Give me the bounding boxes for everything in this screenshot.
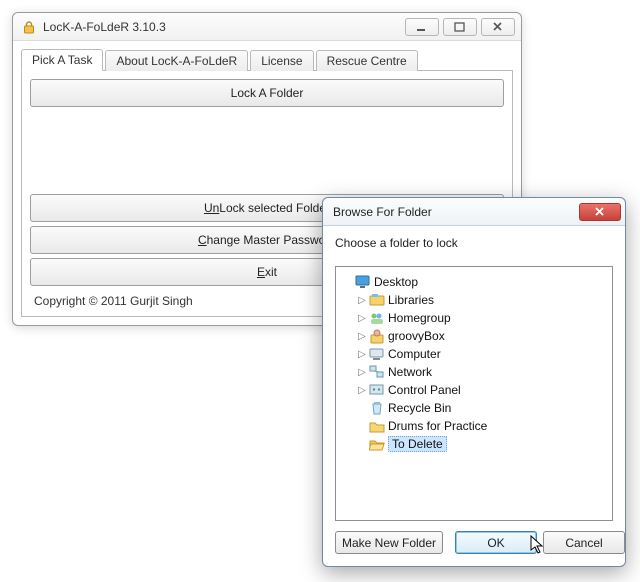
changepw-prefix: C: [198, 233, 207, 247]
close-button[interactable]: [481, 18, 515, 36]
expand-arrow-icon[interactable]: ▷: [356, 295, 368, 306]
user-icon: [369, 328, 385, 344]
unlock-suffix: Lock selected Folder: [219, 201, 330, 215]
tree-item-control-panel[interactable]: ▷ Control Panel: [340, 381, 608, 399]
network-icon: [369, 364, 385, 380]
folder-icon: [369, 418, 385, 434]
folder-open-icon: [369, 436, 385, 452]
tree-item-label: groovyBox: [388, 329, 445, 343]
lock-folder-button[interactable]: Lock A Folder: [30, 79, 504, 107]
exit-prefix: E: [257, 265, 265, 279]
ok-button[interactable]: OK: [455, 531, 537, 554]
tree-item-recycle-bin[interactable]: ▷Recycle Bin: [340, 399, 608, 417]
tree-item-desktop[interactable]: ▷Desktop: [340, 273, 608, 291]
dialog-instruction: Choose a folder to lock: [335, 236, 613, 250]
expand-arrow-icon[interactable]: ▷: [356, 313, 368, 324]
tree-item-drums-for-practice[interactable]: ▷Drums for Practice: [340, 417, 608, 435]
unlock-prefix: Un: [204, 201, 219, 215]
tab-about[interactable]: About LocK-A-FoLdeR: [105, 50, 248, 71]
make-new-folder-button[interactable]: Make New Folder: [335, 531, 443, 554]
lock-icon: [21, 19, 37, 35]
cancel-button[interactable]: Cancel: [543, 531, 625, 554]
app-title: LocK-A-FoLdeR 3.10.3: [43, 20, 405, 34]
tree-item-label: Recycle Bin: [388, 401, 451, 415]
exit-suffix: xit: [265, 265, 277, 279]
controlpanel-icon: [369, 382, 385, 398]
minimize-button[interactable]: [405, 18, 439, 36]
tree-item-computer[interactable]: ▷ Computer: [340, 345, 608, 363]
tree-item-label: Control Panel: [388, 383, 461, 397]
tab-license[interactable]: License: [250, 50, 313, 71]
desktop-icon: [355, 274, 371, 290]
dialog-titlebar[interactable]: Browse For Folder: [323, 198, 625, 226]
expand-arrow-icon[interactable]: ▷: [356, 367, 368, 378]
expand-arrow-icon[interactable]: ▷: [356, 349, 368, 360]
tree-item-label: Drums for Practice: [388, 419, 487, 433]
dialog-body: Choose a folder to lock ▷Desktop▷Librari…: [323, 226, 625, 566]
dialog-title: Browse For Folder: [333, 205, 579, 219]
maximize-button[interactable]: [443, 18, 477, 36]
spacer: [30, 111, 504, 194]
tree-item-label: Libraries: [388, 293, 434, 307]
browse-folder-dialog: Browse For Folder Choose a folder to loc…: [322, 197, 626, 567]
dialog-close-button[interactable]: [579, 203, 621, 221]
cancel-label: Cancel: [565, 536, 602, 550]
make-new-folder-label: Make New Folder: [342, 536, 436, 550]
tree-item-to-delete[interactable]: ▷To Delete: [340, 435, 608, 453]
tree-item-network[interactable]: ▷ Network: [340, 363, 608, 381]
tree-item-label: Desktop: [374, 275, 418, 289]
tree-item-label: To Delete: [388, 436, 447, 452]
dialog-button-row: Make New Folder OK Cancel: [335, 521, 613, 556]
changepw-suffix: hange Master Password: [207, 233, 336, 247]
homegroup-icon: [369, 310, 385, 326]
lock-folder-label: Lock A Folder: [231, 86, 304, 100]
expand-arrow-icon[interactable]: ▷: [356, 331, 368, 342]
tree-item-homegroup[interactable]: ▷ Homegroup: [340, 309, 608, 327]
computer-icon: [369, 346, 385, 362]
libraries-icon: [369, 292, 385, 308]
window-controls: [405, 18, 515, 36]
tree-item-label: Network: [388, 365, 432, 379]
recycle-icon: [369, 400, 385, 416]
folder-tree[interactable]: ▷Desktop▷Libraries▷Homegroup▷groovyBox▷C…: [335, 266, 613, 521]
ok-label: OK: [487, 536, 504, 550]
tab-pick-a-task[interactable]: Pick A Task: [21, 49, 103, 71]
expand-arrow-icon[interactable]: ▷: [356, 385, 368, 396]
tabstrip: Pick A Task About LocK-A-FoLdeR License …: [21, 47, 513, 71]
tree-item-libraries[interactable]: ▷ Libraries: [340, 291, 608, 309]
tab-rescue-centre[interactable]: Rescue Centre: [316, 50, 418, 71]
tree-item-label: Homegroup: [388, 311, 451, 325]
titlebar[interactable]: LocK-A-FoLdeR 3.10.3: [13, 13, 521, 41]
tree-item-label: Computer: [388, 347, 441, 361]
tree-item-groovybox[interactable]: ▷ groovyBox: [340, 327, 608, 345]
